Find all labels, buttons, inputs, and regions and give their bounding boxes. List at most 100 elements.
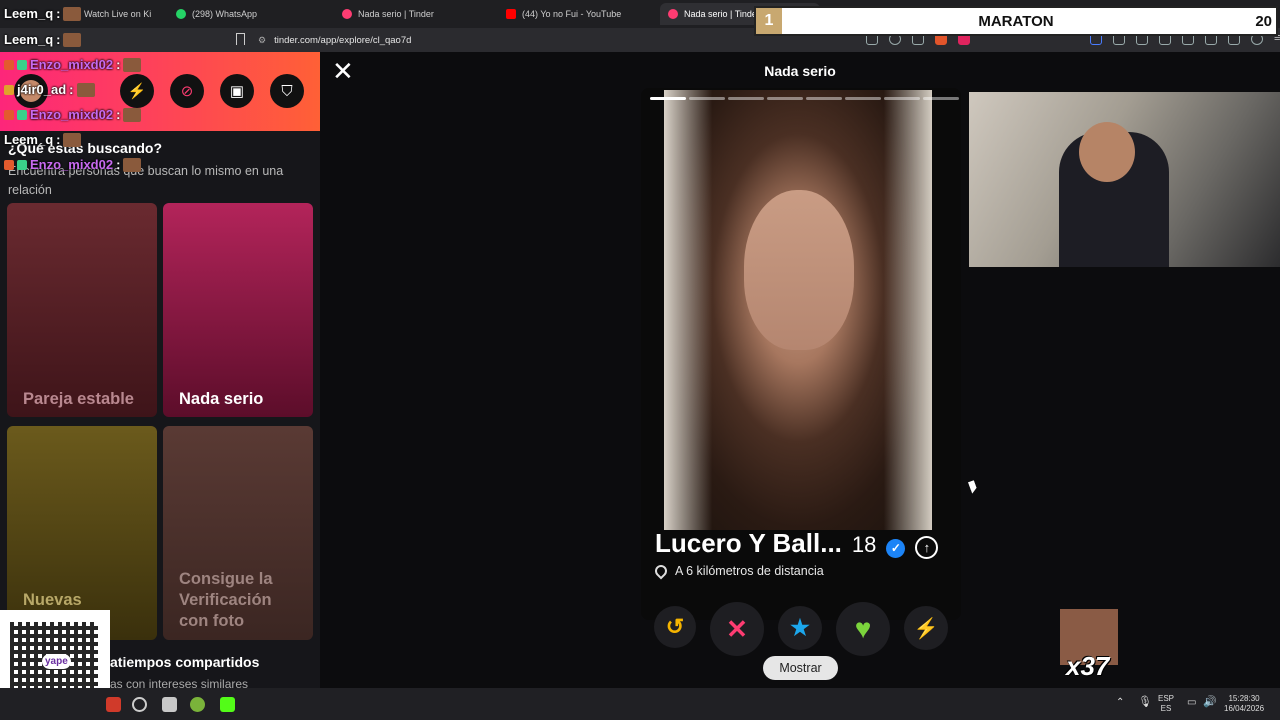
badge-icon bbox=[17, 59, 27, 70]
maraton-counter-right: 20 bbox=[1255, 12, 1272, 30]
rewind-button[interactable]: ↺ bbox=[654, 606, 696, 648]
photo-progress-segment bbox=[884, 97, 920, 100]
tab-label: (44) Yo no Fui - YouTube bbox=[522, 9, 622, 19]
chat-message: Enzo_mixd02: bbox=[4, 107, 142, 122]
lightning-icon: ⚡ bbox=[913, 617, 939, 640]
tab-label: Watch Live on Ki bbox=[84, 9, 152, 19]
tab-label: (298) WhatsApp bbox=[192, 9, 258, 19]
url-text: tinder.com/app/explore/cl_qao7d bbox=[274, 34, 412, 46]
profile-age: 18 bbox=[851, 532, 877, 557]
mouse-cursor-icon bbox=[968, 480, 978, 494]
card-nuevas[interactable]: Nuevas bbox=[7, 426, 157, 640]
card-label: Pareja estable bbox=[23, 390, 134, 408]
microphone-icon[interactable]: 🎙 bbox=[1138, 697, 1152, 708]
profile-photo[interactable] bbox=[664, 90, 932, 530]
network-icon[interactable]: ▭ bbox=[1187, 698, 1196, 708]
bookmark-icon[interactable] bbox=[236, 33, 245, 45]
card-pareja-estable[interactable]: Pareja estable bbox=[7, 203, 157, 417]
photo-progress-segment bbox=[845, 97, 881, 100]
photo-progress-segment bbox=[767, 97, 803, 100]
shield-icon[interactable]: ⛉ bbox=[270, 74, 304, 108]
maraton-overlay: 1 MARATON 20 bbox=[754, 6, 1278, 36]
heart-icon: ♥ bbox=[854, 613, 872, 644]
card-label: Consigue la Verificación con foto bbox=[179, 570, 273, 630]
emote-count: x37 bbox=[1066, 651, 1110, 681]
star-icon: ★ bbox=[790, 615, 810, 640]
show-button[interactable]: Mostrar bbox=[763, 656, 838, 680]
tab-label: Nada serio | Tinder bbox=[358, 9, 434, 19]
photo-progress-segment bbox=[923, 97, 959, 100]
face-shape bbox=[744, 190, 854, 350]
open-profile-icon[interactable]: ↑ bbox=[915, 536, 939, 559]
badge-icon bbox=[4, 109, 14, 120]
emote-counter: x37 bbox=[1060, 609, 1118, 681]
badge-icon bbox=[4, 59, 14, 70]
profile-name: Lucero Y Ball... bbox=[655, 528, 842, 558]
emote-icon bbox=[76, 82, 95, 97]
yape-logo: yape bbox=[42, 654, 71, 669]
kick-icon[interactable] bbox=[220, 697, 235, 712]
close-icon[interactable]: ✕ bbox=[332, 58, 354, 84]
badge-icon bbox=[4, 84, 14, 95]
volume-icon[interactable]: 🔊 bbox=[1203, 697, 1217, 708]
badge-icon bbox=[17, 159, 27, 170]
boost-icon[interactable]: ⚡ bbox=[120, 74, 154, 108]
card-verificacion[interactable]: Consigue la Verificación con foto bbox=[163, 426, 313, 640]
superlike-button[interactable]: ★ bbox=[778, 606, 822, 650]
language-indicator[interactable]: ESP ES bbox=[1158, 694, 1174, 714]
tab-label: Nada serio | Tinder bbox=[684, 9, 760, 19]
obs-icon[interactable] bbox=[132, 697, 147, 712]
app-icon[interactable] bbox=[106, 697, 121, 712]
photo-progress-segment bbox=[728, 97, 764, 100]
badge-icon bbox=[4, 159, 14, 170]
page-title: Nada serio bbox=[764, 63, 836, 79]
emote-icon bbox=[63, 32, 82, 47]
profile-card[interactable]: Lucero Y Ball... 18 ✓ ↑ A 6 kilómetros d… bbox=[641, 88, 961, 620]
clock[interactable]: 15:28:30 16/04/2026 bbox=[1224, 694, 1264, 714]
shared-hobbies-subtitle: as con intereses similares bbox=[110, 677, 249, 688]
shared-hobbies-title: atiempos compartidos bbox=[110, 654, 260, 670]
chevron-up-icon[interactable]: ⌃ bbox=[1116, 698, 1124, 708]
photo-progress-segment bbox=[806, 97, 842, 100]
xbox-icon[interactable] bbox=[190, 697, 205, 712]
profile-name-row: Lucero Y Ball... 18 ✓ ↑ bbox=[655, 528, 939, 559]
chat-message: Enzo_mixd02: bbox=[4, 57, 142, 72]
emote-icon bbox=[63, 6, 82, 21]
chat-message: Leem_q: bbox=[4, 132, 82, 147]
card-nada-serio[interactable]: Nada serio bbox=[163, 203, 313, 417]
emote-icon bbox=[123, 157, 142, 172]
streamer-head bbox=[1079, 122, 1135, 182]
boost-button[interactable]: ⚡ bbox=[904, 606, 948, 650]
chat-message: j4ir0_ad: bbox=[4, 82, 95, 97]
chat-message: Leem_q: bbox=[4, 6, 82, 21]
like-button[interactable]: ♥ bbox=[836, 602, 890, 656]
briefcase-icon[interactable]: ▣ bbox=[220, 74, 254, 108]
maraton-counter-left: 1 bbox=[756, 8, 782, 34]
photo-progress-segment bbox=[689, 97, 725, 100]
card-label: Nada serio bbox=[179, 390, 264, 408]
tab-whatsapp[interactable]: (298) WhatsApp bbox=[168, 3, 328, 25]
verified-icon: ✓ bbox=[886, 538, 906, 558]
explore-sidebar: ⚡ ⊘ ▣ ⛉ ¿Qué estás buscando? Encuentra p… bbox=[0, 52, 320, 688]
youtube-icon bbox=[506, 9, 516, 19]
whatsapp-icon bbox=[176, 9, 186, 19]
badge-icon bbox=[17, 109, 27, 120]
tinder-icon bbox=[668, 9, 678, 19]
tab-youtube[interactable]: (44) Yo no Fui - YouTube bbox=[498, 3, 658, 25]
site-info-icon[interactable]: ⚙ bbox=[258, 35, 266, 46]
nope-button[interactable]: ✕ bbox=[710, 602, 764, 656]
emote-icon bbox=[63, 132, 82, 147]
location-pin-icon bbox=[652, 562, 670, 580]
nope-icon: ✕ bbox=[726, 613, 748, 644]
webcam-overlay bbox=[969, 92, 1280, 267]
tab-tinder-1[interactable]: Nada serio | Tinder bbox=[334, 3, 494, 25]
photo-progress-segment bbox=[650, 97, 686, 100]
chat-message: Leem_q: bbox=[4, 32, 82, 47]
capcut-icon[interactable] bbox=[162, 697, 177, 712]
action-buttons: ↺ ✕ ★ ♥ ⚡ bbox=[648, 598, 958, 656]
chat-message: Enzo_mixd02: bbox=[4, 157, 142, 172]
emote-icon bbox=[123, 57, 142, 72]
card-label: Nuevas bbox=[23, 591, 82, 609]
explore-compass-icon[interactable]: ⊘ bbox=[170, 74, 204, 108]
profile-distance-row: A 6 kilómetros de distancia bbox=[652, 562, 824, 580]
